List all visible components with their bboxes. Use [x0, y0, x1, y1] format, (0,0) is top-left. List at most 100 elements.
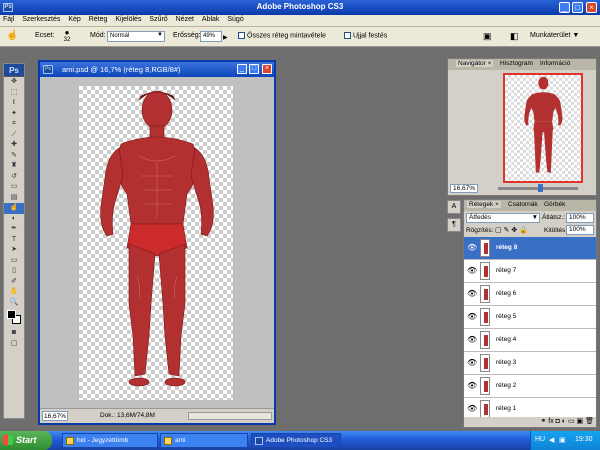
lock-icons[interactable]: ▢ ✎ ✥ 🔒: [495, 226, 528, 234]
smudge-tool-preset-icon[interactable]: ☝: [6, 30, 22, 44]
strength-input[interactable]: 49%: [200, 31, 222, 42]
paragraph-panel-icon[interactable]: ¶: [447, 218, 461, 232]
healing-brush-tool-icon[interactable]: ✚: [4, 140, 24, 151]
layer-row[interactable]: 👁 réteg 8: [464, 237, 596, 260]
brush-tool-icon[interactable]: ✎: [4, 151, 24, 162]
pen-tool-icon[interactable]: ✒: [4, 224, 24, 235]
sample-all-layers-option[interactable]: Összes réteg mintavétele: [238, 32, 326, 39]
tab-info[interactable]: Információ: [540, 60, 570, 67]
layer-name[interactable]: réteg 8: [496, 244, 517, 251]
lasso-tool-icon[interactable]: ℓ: [4, 98, 24, 109]
type-tool-icon[interactable]: T: [4, 235, 24, 246]
layer-row[interactable]: 👁 réteg 4: [464, 329, 596, 352]
volume-icon[interactable]: ◀: [549, 436, 554, 444]
screen-mode-icon[interactable]: ▢: [4, 339, 24, 350]
sample-all-layers-checkbox[interactable]: [238, 32, 245, 39]
layer-row[interactable]: 👁 réteg 1: [464, 398, 596, 417]
slice-tool-icon[interactable]: ⟋: [4, 130, 24, 141]
document-zoom-field[interactable]: 16,67%: [42, 411, 68, 421]
menu-view[interactable]: Nézet: [173, 15, 197, 24]
document-close-button[interactable]: ×: [262, 64, 272, 74]
task-photoshop[interactable]: Adobe Photoshop CS3: [251, 433, 341, 448]
visibility-eye-icon[interactable]: 👁: [467, 381, 477, 390]
notes-tool-icon[interactable]: ▯: [4, 266, 24, 277]
tab-channels[interactable]: Csatornák: [508, 201, 538, 208]
layer-name[interactable]: réteg 2: [496, 382, 516, 389]
mode-select[interactable]: Normál ▼: [107, 31, 165, 42]
quick-mask-icon[interactable]: ◙: [4, 328, 24, 339]
dodge-tool-icon[interactable]: ◐: [4, 214, 24, 225]
smudge-tool-icon[interactable]: ☝: [4, 203, 24, 214]
finger-paint-checkbox[interactable]: [344, 32, 351, 39]
finger-paint-option[interactable]: Ujjal festés: [344, 32, 387, 39]
zoom-tool-icon[interactable]: 🔍: [4, 298, 24, 309]
navigator-slider-handle[interactable]: [538, 184, 543, 192]
layer-row[interactable]: 👁 réteg 2: [464, 375, 596, 398]
horizontal-scrollbar[interactable]: [188, 412, 272, 420]
history-brush-tool-icon[interactable]: ↺: [4, 172, 24, 183]
bridge-icon[interactable]: ▣: [483, 31, 492, 42]
tab-layers[interactable]: Rétegek ×: [467, 201, 501, 208]
color-swatches[interactable]: [4, 308, 24, 328]
visibility-eye-icon[interactable]: 👁: [467, 404, 477, 413]
layer-row[interactable]: 👁 réteg 7: [464, 260, 596, 283]
brush-picker[interactable]: ● 32: [59, 29, 75, 45]
document-maximize-button[interactable]: □: [249, 64, 259, 74]
gradient-tool-icon[interactable]: ▤: [4, 193, 24, 204]
minimize-button[interactable]: _: [559, 2, 570, 13]
opacity-input[interactable]: 100%: [566, 213, 594, 223]
maximize-button[interactable]: □: [572, 2, 583, 13]
layers-footer-icons[interactable]: ⚭ fx ◘ ◐ ▭ ▣ 🗑: [464, 417, 596, 427]
document-canvas-area[interactable]: [40, 77, 274, 408]
menu-edit[interactable]: Szerkesztés: [19, 15, 63, 24]
menu-window[interactable]: Ablak: [199, 15, 223, 24]
menu-layer[interactable]: Réteg: [86, 15, 111, 24]
layer-row[interactable]: 👁 réteg 6: [464, 283, 596, 306]
document-size-info[interactable]: Dok.: 13,6M/74,8M: [100, 412, 155, 419]
task-folder-ami[interactable]: ami: [160, 433, 248, 448]
canvas-image[interactable]: [79, 86, 233, 400]
eraser-tool-icon[interactable]: ▭: [4, 182, 24, 193]
blend-mode-select[interactable]: Átfedés ▼: [466, 213, 540, 223]
layer-name[interactable]: réteg 6: [496, 290, 516, 297]
layer-name[interactable]: réteg 3: [496, 359, 516, 366]
hand-tool-icon[interactable]: ✋: [4, 287, 24, 298]
network-icon[interactable]: ▣: [559, 436, 566, 444]
menu-image[interactable]: Kép: [65, 15, 83, 24]
task-notepad[interactable]: hid - Jegyzettömb: [62, 433, 158, 448]
workspace-menu[interactable]: Munkaterület ▼: [530, 32, 579, 39]
menu-filter[interactable]: Szűrő: [146, 15, 170, 24]
document-minimize-button[interactable]: _: [237, 64, 247, 74]
layer-name[interactable]: réteg 4: [496, 336, 516, 343]
crop-tool-icon[interactable]: ⌗: [4, 119, 24, 130]
visibility-eye-icon[interactable]: 👁: [467, 266, 477, 275]
path-selection-tool-icon[interactable]: ➤: [4, 245, 24, 256]
visibility-eye-icon[interactable]: 👁: [467, 335, 477, 344]
navigator-zoom-value[interactable]: 16,67%: [450, 184, 479, 193]
start-button[interactable]: Start: [0, 431, 52, 450]
visibility-eye-icon[interactable]: 👁: [467, 312, 477, 321]
eyedropper-tool-icon[interactable]: ✐: [4, 277, 24, 288]
tab-curves[interactable]: Görbék: [544, 201, 565, 208]
menu-file[interactable]: Fájl: [0, 15, 17, 24]
menu-help[interactable]: Súgó: [224, 15, 246, 24]
language-indicator[interactable]: HU: [535, 436, 545, 443]
tab-navigator[interactable]: Navigátor ×: [456, 60, 494, 67]
foreground-color-swatch[interactable]: [7, 310, 16, 319]
move-tool-icon[interactable]: ✥: [4, 77, 24, 88]
close-button[interactable]: ×: [586, 2, 597, 13]
character-panel-icon[interactable]: A: [447, 200, 461, 214]
shape-tool-icon[interactable]: ▭: [4, 256, 24, 267]
visibility-eye-icon[interactable]: 👁: [467, 243, 477, 252]
visibility-eye-icon[interactable]: 👁: [467, 358, 477, 367]
clone-stamp-tool-icon[interactable]: ♜: [4, 161, 24, 172]
layer-name[interactable]: réteg 7: [496, 267, 516, 274]
layer-name[interactable]: réteg 1: [496, 405, 516, 412]
visibility-eye-icon[interactable]: 👁: [467, 289, 477, 298]
tab-histogram[interactable]: Hisztogram: [500, 60, 533, 67]
marquee-tool-icon[interactable]: ⬚: [4, 88, 24, 99]
fill-input[interactable]: 100%: [566, 225, 594, 235]
magic-wand-tool-icon[interactable]: ✦: [4, 109, 24, 120]
strength-arrow-icon[interactable]: ▶: [223, 34, 228, 41]
layer-row[interactable]: 👁 réteg 5: [464, 306, 596, 329]
